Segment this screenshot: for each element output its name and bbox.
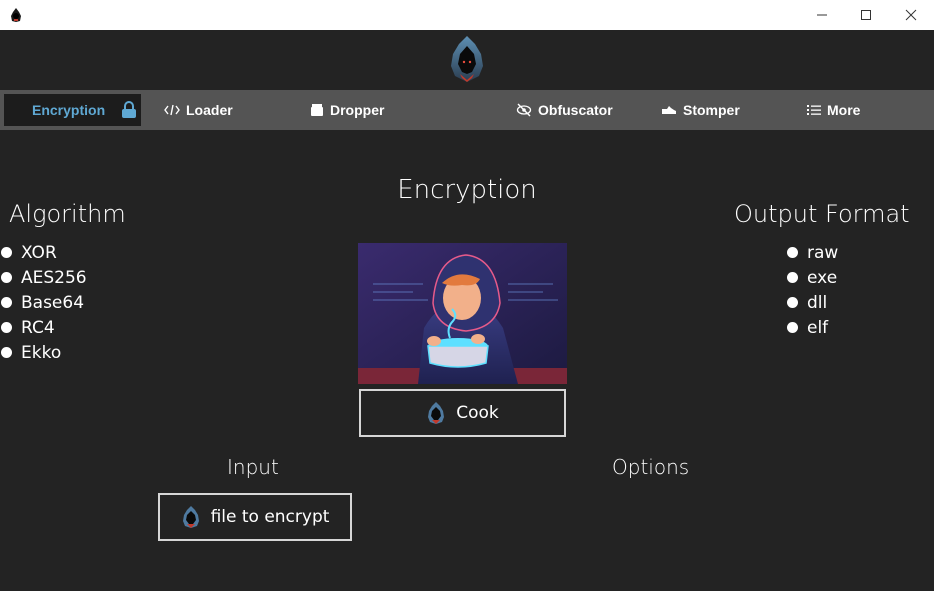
tab-stomper[interactable]: Stomper [661,90,740,130]
algorithm-option-label: AES256 [21,267,87,288]
algorithm-radio-group: XOR AES256 Base64 RC4 Ekko [1,240,87,365]
hooded-figure-icon [426,401,446,425]
algorithm-option-xor[interactable]: XOR [1,240,87,265]
code-icon [164,104,180,116]
list-icon [807,104,821,116]
tab-encryption-label: Encryption [32,102,106,118]
minimize-icon [816,14,827,16]
algorithm-option-label: XOR [21,242,57,263]
hooded-figure-logo-icon [446,34,488,84]
minimize-button[interactable] [799,0,844,30]
file-picker-label: file to encrypt [210,507,330,527]
radio-button[interactable] [1,247,12,258]
file-picker-button[interactable]: file to encrypt [158,493,352,541]
app-hooded-logo-icon [9,7,23,23]
options-heading: Options [612,455,690,479]
tab-dropper[interactable]: Dropper [310,90,384,130]
algorithm-heading: Algorithm [9,200,126,228]
algorithm-option-label: Base64 [21,292,85,313]
tab-obfuscator-label: Obfuscator [538,102,613,118]
cook-button-label: Cook [456,403,499,423]
tab-more[interactable]: More [807,90,860,130]
shoe-icon [661,104,677,116]
close-button[interactable] [888,0,933,30]
radio-button[interactable] [1,347,12,358]
hooded-cook-illustration [358,243,567,384]
tab-loader[interactable]: Loader [164,90,233,130]
output-option-raw[interactable]: raw [787,240,838,265]
radio-button[interactable] [1,272,12,283]
output-format-radio-group: raw exe dll elf [787,240,838,340]
algorithm-option-aes256[interactable]: AES256 [1,265,87,290]
box-icon [310,103,324,117]
eye-slash-icon [516,103,532,117]
close-icon [905,9,916,21]
cook-button[interactable]: Cook [359,389,566,437]
algorithm-option-label: RC4 [21,317,55,338]
radio-button[interactable] [787,297,798,308]
algorithm-option-base64[interactable]: Base64 [1,290,87,315]
tab-encryption[interactable]: Encryption [4,94,141,126]
radio-button[interactable] [787,272,798,283]
window-titlebar [0,0,934,30]
output-option-elf[interactable]: elf [787,315,838,340]
tab-stomper-label: Stomper [683,102,740,118]
maximize-icon [860,10,871,20]
tab-obfuscator[interactable]: Obfuscator [516,90,613,130]
lock-icon [121,101,137,122]
input-heading: Input [227,455,279,479]
algorithm-option-rc4[interactable]: RC4 [1,315,87,340]
tab-loader-label: Loader [186,102,233,118]
tab-dropper-label: Dropper [330,102,385,118]
tab-more-label: More [827,102,861,118]
maximize-button[interactable] [843,0,888,30]
output-option-dll[interactable]: dll [787,290,838,315]
radio-button[interactable] [1,322,12,333]
radio-button[interactable] [1,297,12,308]
output-option-label: elf [807,317,829,338]
header-logo-band [0,30,934,90]
output-format-heading: Output Format [734,200,910,228]
algorithm-option-label: Ekko [21,342,62,363]
algorithm-option-ekko[interactable]: Ekko [1,340,87,365]
output-option-exe[interactable]: exe [787,265,838,290]
output-option-label: dll [807,292,828,313]
output-option-label: exe [807,267,838,288]
radio-button[interactable] [787,322,798,333]
hooded-figure-icon [181,505,201,529]
output-option-label: raw [807,242,839,263]
main-nav: Encryption Loader Dropper Obfuscator Sto… [0,90,934,130]
radio-button[interactable] [787,247,798,258]
